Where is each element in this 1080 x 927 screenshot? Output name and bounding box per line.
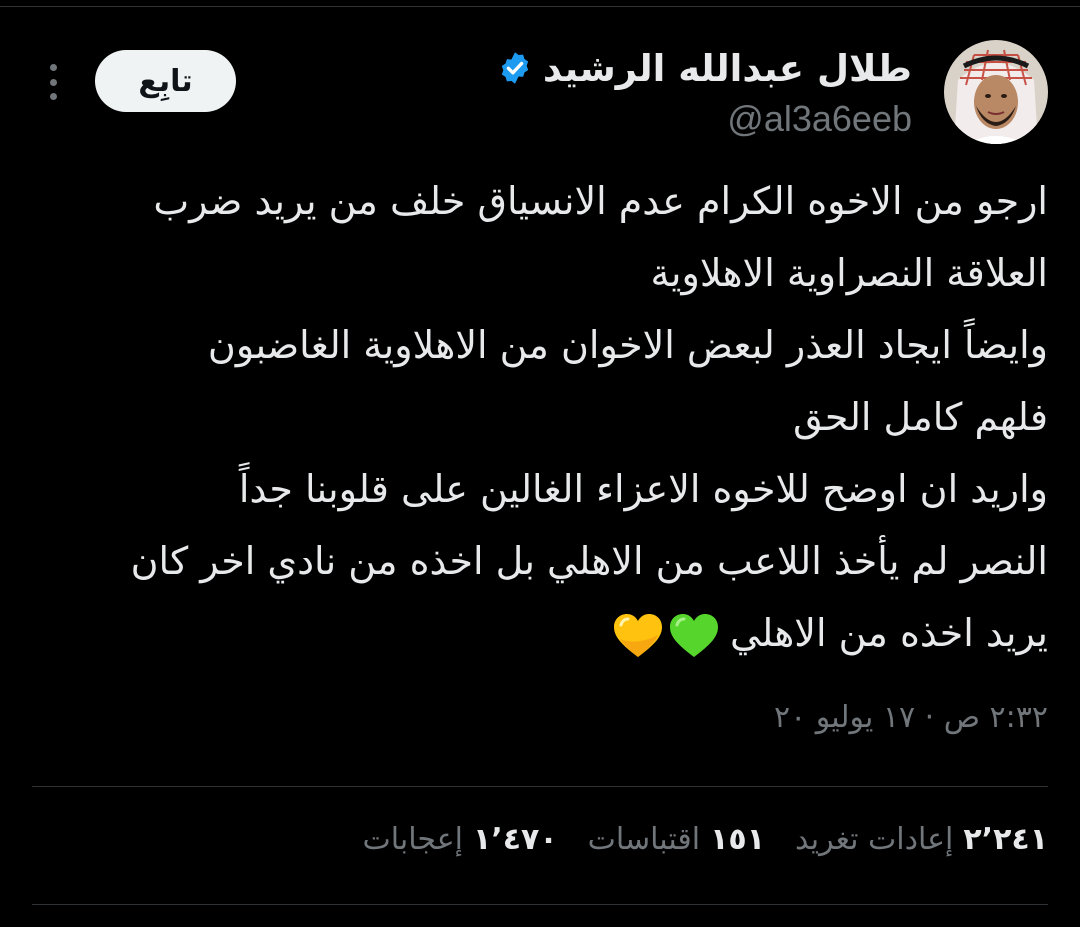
divider: [32, 786, 1048, 787]
tweet-line: النصر لم يأخذ اللاعب من الاهلي بل اخذه م…: [130, 539, 1048, 583]
top-divider: [0, 6, 1080, 7]
yellow-heart-icon: [613, 613, 662, 657]
divider: [32, 904, 1048, 905]
follow-button[interactable]: تابِع: [95, 50, 236, 112]
likes-count: ١٬٤٧٠: [473, 822, 558, 857]
retweets-stat[interactable]: ٢٬٢٤١ إعادات تغريد: [795, 822, 1048, 857]
author-info[interactable]: طلال عبدالله الرشيد @al3a6eeb: [497, 42, 912, 140]
retweets-label: إعادات تغريد: [795, 822, 954, 857]
likes-label: إعجابات: [362, 822, 463, 857]
quotes-stat[interactable]: ١٥١ اقتباسات: [588, 822, 765, 857]
tweet-line: وايضاً ايجاد العذر لبعض الاخوان من الاهل…: [207, 323, 1048, 367]
tweet-text: ارجو من الاخوه الكرام عدم الانسياق خلف م…: [28, 165, 1048, 669]
tweet-timestamp[interactable]: ٢:٣٢ ص · ١٧ يوليو ٢٠: [774, 700, 1048, 735]
more-dot: [49, 93, 57, 100]
emoji-group: [612, 613, 720, 659]
likes-stat[interactable]: ١٬٤٧٠ إعجابات: [363, 822, 558, 857]
retweets-count: ٢٬٢٤١: [963, 822, 1048, 857]
tweet-line: واريد ان اوضح للاخوه الاعزاء الغالين على…: [238, 467, 1048, 511]
quotes-count: ١٥١: [710, 822, 766, 857]
verified-badge-icon[interactable]: [497, 50, 533, 86]
tweet-line: فلهم كامل الحق: [793, 395, 1048, 439]
more-dot: [49, 78, 57, 86]
more-dot: [49, 64, 57, 71]
tweet-line-last: يريد اخذه من الاهلي: [28, 597, 1048, 669]
author-display-name[interactable]: طلال عبدالله الرشيد: [543, 47, 912, 90]
tweet-line: العلاقة النصراوية الاهلاوية: [650, 251, 1048, 295]
more-vertical-icon[interactable]: [40, 60, 66, 104]
engagement-stats: ٢٬٢٤١ إعادات تغريد ١٥١ اقتباسات ١٬٤٧٠ إع…: [363, 822, 1048, 857]
avatar[interactable]: [944, 40, 1048, 144]
green-heart-icon: [669, 613, 718, 657]
avatar-image: [944, 40, 1048, 144]
tweet-line: ارجو من الاخوه الكرام عدم الانسياق خلف م…: [153, 179, 1048, 223]
tweet-line-text: يريد اخذه من الاهلي: [729, 611, 1048, 655]
name-row: طلال عبدالله الرشيد: [497, 42, 912, 94]
quotes-label: اقتباسات: [587, 822, 701, 857]
author-handle[interactable]: @al3a6eeb: [497, 98, 912, 140]
